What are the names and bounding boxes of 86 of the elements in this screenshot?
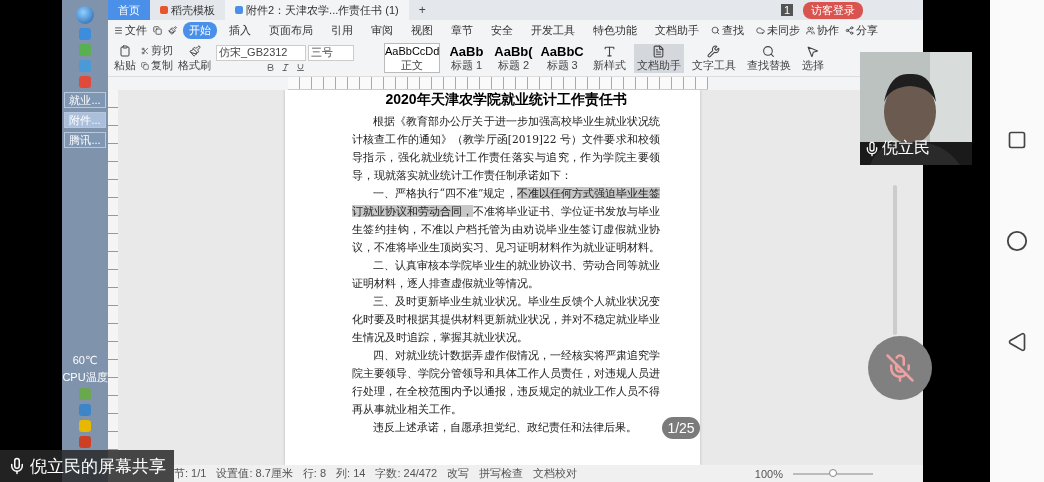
login-button[interactable]: 访客登录 [803, 1, 863, 19]
brush-icon[interactable] [168, 25, 177, 35]
participant-name: 倪立民 [882, 138, 930, 158]
template-icon [160, 6, 168, 14]
toolbar-button[interactable]: 选择 [798, 43, 827, 73]
paste-button[interactable]: 粘贴 [114, 58, 136, 72]
status-toggle[interactable]: 文档校对 [533, 466, 578, 481]
document-title: 2020年天津农学院就业统计工作责任书 [384, 90, 628, 108]
recents-icon[interactable] [1007, 130, 1027, 150]
cut-button[interactable]: 剪切 [151, 44, 173, 57]
home-icon[interactable] [1006, 230, 1028, 252]
share-icon [845, 25, 854, 35]
document-tab[interactable]: 附件2：天津农学...作责任书 (1) [225, 0, 409, 20]
document-paragraph: 三、及时更新毕业生就业状况。毕业生反馈个人就业状况变化时要及时根据其提供材料更新就业状况，并对不稳定就业毕业生情况及时追踪，掌握其就业状况。 [352, 294, 660, 345]
status-item: 节: 1/1 [174, 466, 207, 481]
status-toggle[interactable]: 拼写检查 [479, 466, 524, 481]
menu-tab[interactable]: 特色功能 [587, 21, 643, 39]
cloud-icon [756, 25, 765, 35]
style-preset[interactable]: AaBbCcDd 正文 [384, 43, 441, 73]
bold-icon[interactable] [265, 62, 275, 72]
pointer-icon [806, 44, 820, 58]
temperature-label: CPU温度 [62, 370, 108, 384]
document-paragraph: 二、认真审核本学院毕业生的就业协议书、劳动合同等就业证明材料，逐人排查虚假就业等情况。 [352, 258, 660, 291]
new-tab-button[interactable]: + [408, 0, 436, 20]
zoom-thumb[interactable] [829, 468, 837, 477]
copy-icon [141, 61, 149, 70]
style-preset[interactable]: AaBb 标题 1 [445, 43, 488, 73]
style-preset[interactable]: AaBb( 标题 2 [492, 43, 535, 73]
file-menu[interactable]: 文件 [125, 22, 147, 38]
menu-icon[interactable] [114, 25, 123, 35]
search-icon [762, 44, 776, 58]
format-painter-button[interactable]: 格式刷 [178, 58, 211, 72]
menu-tab[interactable]: 开发工具 [525, 21, 581, 39]
menu-tab[interactable]: 文档助手 [649, 21, 705, 39]
clipboard-icon [119, 44, 131, 57]
italic-icon[interactable] [280, 62, 290, 72]
document-paragraph: 四、对就业统计数据弄虚作假情况，一经核实将严肃追究学院主要领导、学院分管领导和具体工作人员责任，对违规人员进行处理，在全校范围内予以通报，违反规定的就业工作人员不得再从事就业相关工作。 [352, 348, 660, 417]
page-counter-toast: 1/25 [662, 417, 700, 439]
menu-tab[interactable]: 视图 [405, 21, 439, 39]
scissors-icon [141, 46, 149, 55]
document-icon [235, 6, 243, 14]
menu-tab[interactable]: 章节 [445, 21, 479, 39]
menu-tab[interactable]: 安全 [485, 21, 519, 39]
toolbar-button[interactable]: 新样式 [589, 43, 629, 73]
zoom-level[interactable]: 100% [754, 467, 783, 480]
wrench-icon [707, 44, 721, 58]
menu-tab[interactable]: 页面布局 [263, 21, 319, 39]
notification-count: 1 [780, 4, 793, 16]
search-link[interactable]: 查找 [722, 22, 744, 38]
collab-button[interactable]: 协作 [817, 22, 839, 38]
style-preset[interactable]: AaBbC 标题 3 [539, 43, 585, 73]
temperature-reading: 60℃ [72, 353, 98, 367]
microphone-icon [8, 457, 26, 475]
tray-icon[interactable] [79, 420, 91, 432]
size-field[interactable]: 三号 [308, 44, 354, 61]
toolbar-button[interactable]: 查找替换 [743, 43, 794, 73]
status-item: 设置值: 8.7厘米 [216, 466, 293, 481]
status-toggle[interactable]: 改写 [447, 466, 470, 481]
toolbar-button[interactable]: 文字工具 [688, 43, 739, 73]
menu-tab[interactable]: 审阅 [365, 21, 399, 39]
font-field[interactable]: 仿宋_GB2312 [216, 44, 306, 61]
status-item: 行: 8 [302, 466, 327, 481]
users-icon [806, 25, 815, 35]
document-paragraph: 违反上述承诺，自愿承担党纪、政纪责任和法律后果。 [372, 420, 639, 435]
copy-button[interactable]: 复制 [151, 59, 173, 72]
share-button[interactable]: 分享 [856, 22, 878, 38]
toolbar-button[interactable]: 文档助手 [633, 43, 684, 73]
menu-tab[interactable]: 插入 [223, 21, 257, 39]
status-item: 列: 14 [336, 466, 366, 481]
brush-icon [188, 44, 201, 57]
status-item: 字数: 24/472 [375, 466, 438, 481]
muted-microphone-icon [885, 353, 915, 383]
menu-tab[interactable]: 引用 [325, 21, 359, 39]
sync-status[interactable]: 未同步 [767, 22, 800, 38]
document-paragraph: 一、严格执行“四不准”规定，不准以任何方式强迫毕业生签订就业协议和劳动合同，不准将毕业证书、学位证书发放与毕业生签约挂钩，不准以户档托管为由劝说毕业生签订虚假就业协议，不准将毕业生顶岗实习、见习证明材料作为就业证明材料。 [352, 186, 660, 255]
back-icon[interactable] [1007, 332, 1027, 352]
document-paragraph: 根据《教育部办公厅关于进一步加强高校毕业生就业状况统计核查工作的通知》（教学厅函[2019]22 号）文件要求和校领导指示，强化就业统计工作责任落实与追究，作为学院主要领导，现就落实就业统计工作责任制承诺如下： [352, 114, 660, 183]
start-button[interactable] [76, 6, 94, 24]
underline-icon[interactable] [295, 62, 305, 72]
search-icon [711, 25, 720, 35]
document-icon [652, 44, 666, 58]
zoom-slider[interactable] [793, 472, 873, 475]
styles-icon [602, 44, 616, 58]
microphone-icon [864, 140, 880, 157]
screen-share-label: 倪立民的屏幕共享 [30, 455, 166, 478]
tray-icon[interactable] [79, 436, 91, 448]
